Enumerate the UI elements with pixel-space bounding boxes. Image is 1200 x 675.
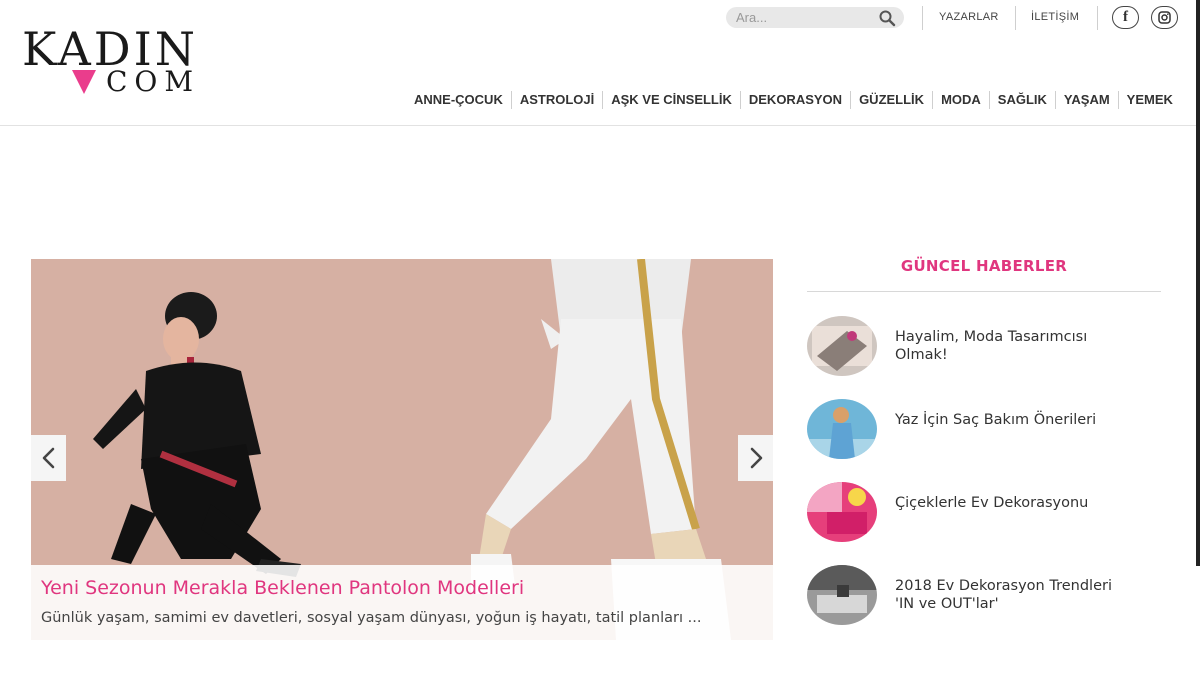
news-thumbnail — [807, 399, 877, 459]
news-thumbnail — [807, 565, 877, 625]
news-item[interactable]: Hayalim, Moda Tasarımcısı Olmak! — [807, 316, 1161, 376]
divider — [1097, 6, 1098, 30]
logo-triangle-icon — [72, 70, 96, 94]
search-icon[interactable] — [878, 9, 896, 27]
nav-item-dekorasyon[interactable]: DEKORASYON — [739, 91, 850, 109]
contact-link[interactable]: İLETİŞİM — [1031, 11, 1079, 23]
nav-item-astroloji[interactable]: ASTROLOJİ — [510, 91, 602, 109]
authors-link[interactable]: YAZARLAR — [939, 11, 999, 23]
search-input[interactable] — [736, 9, 876, 26]
news-title-line: Hayalim, Moda Tasarımcısı — [895, 329, 1088, 345]
nav-item-moda[interactable]: MODA — [932, 91, 989, 109]
facebook-button[interactable]: f — [1112, 6, 1139, 29]
facebook-icon: f — [1123, 9, 1128, 25]
nav-item-guzellik[interactable]: GÜZELLİK — [850, 91, 932, 109]
nav-item-ask-ve-cinsellik[interactable]: AŞK VE CİNSELLİK — [602, 91, 740, 109]
divider — [807, 291, 1161, 292]
nav-item-yemek[interactable]: YEMEK — [1117, 91, 1181, 109]
news-title-line: 'IN ve OUT'lar' — [895, 596, 999, 612]
news-thumbnail — [807, 316, 877, 376]
slide-caption: Yeni Sezonun Merakla Beklenen Pantolon M… — [31, 565, 773, 640]
slider-next-button[interactable] — [738, 435, 773, 481]
window-scroll-edge[interactable] — [1196, 0, 1200, 566]
divider — [1015, 6, 1016, 30]
news-title-line: 2018 Ev Dekorasyon Trendleri — [895, 578, 1112, 594]
news-title: Yaz İçin Saç Bakım Önerileri — [895, 412, 1097, 428]
site-logo[interactable]: KADIN COM — [22, 26, 222, 98]
news-thumbnail — [807, 482, 877, 542]
nav-item-saglik[interactable]: SAĞLIK — [988, 91, 1055, 109]
news-title-line: Olmak! — [895, 347, 948, 363]
news-title: 2018 Ev Dekorasyon Trendleri 'IN ve OUT'l… — [895, 577, 1155, 613]
chevron-right-icon — [750, 447, 762, 469]
logo-suffix: COM — [106, 65, 201, 98]
news-title: Hayalim, Moda Tasarımcısı Olmak! — [895, 328, 1155, 364]
nav-item-anne-cocuk[interactable]: ANNE-ÇOCUK — [406, 91, 511, 109]
news-item[interactable]: Yaz İçin Saç Bakım Önerileri — [807, 399, 1161, 459]
slider-prev-button[interactable] — [31, 435, 66, 481]
search-box — [726, 7, 904, 28]
instagram-button[interactable] — [1151, 6, 1178, 29]
sidebar-title: GÜNCEL HABERLER — [900, 257, 1068, 275]
main-nav: ANNE-ÇOCUK ASTROLOJİ AŞK VE CİNSELLİK DE… — [406, 90, 1181, 110]
slide-title-link[interactable]: Yeni Sezonun Merakla Beklenen Pantolon M… — [41, 577, 524, 599]
chevron-left-icon — [42, 447, 54, 469]
news-item[interactable]: 2018 Ev Dekorasyon Trendleri 'IN ve OUT'l… — [807, 565, 1161, 625]
news-title: Çiçeklerle Ev Dekorasyonu — [895, 495, 1089, 511]
featured-slider[interactable]: Yeni Sezonun Merakla Beklenen Pantolon M… — [31, 259, 773, 640]
instagram-icon — [1158, 11, 1171, 24]
nav-item-yasam[interactable]: YAŞAM — [1054, 91, 1118, 109]
slide-excerpt: Günlük yaşam, samimi ev davetleri, sosya… — [41, 610, 702, 626]
site-header: KADIN COM YAZARLAR İLETİŞİM f ANNE-ÇOCUK… — [0, 0, 1200, 126]
divider — [922, 6, 923, 30]
news-item[interactable]: Çiçeklerle Ev Dekorasyonu — [807, 482, 1161, 542]
